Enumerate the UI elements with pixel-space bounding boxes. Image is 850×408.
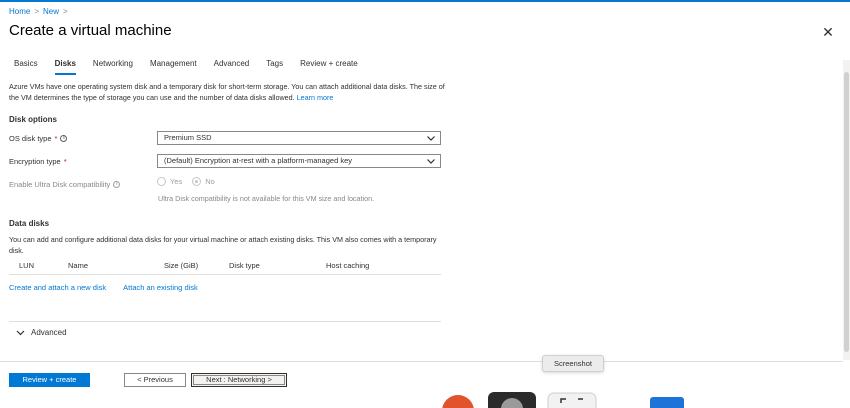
advanced-section-toggle[interactable]: Advanced xyxy=(9,321,441,343)
tab-tags[interactable]: Tags xyxy=(266,59,283,71)
os-disk-type-value: Premium SSD xyxy=(164,133,212,142)
data-disk-links: Create and attach a new disk Attach an e… xyxy=(9,283,198,292)
breadcrumb-separator: > xyxy=(63,7,68,16)
radio-circle-checked xyxy=(192,177,202,186)
os-disk-type-label-text: OS disk type xyxy=(9,134,52,143)
ultra-disk-label-text: Enable Ultra Disk compatibility xyxy=(9,180,111,189)
tab-bar: Basics Disks Networking Management Advan… xyxy=(14,59,375,75)
data-disks-description: You can add and configure additional dat… xyxy=(9,235,437,255)
top-accent-line xyxy=(0,0,850,2)
page-title: Create a virtual machine xyxy=(9,22,172,39)
column-header-lun: LUN xyxy=(19,261,35,270)
column-header-host-caching: Host caching xyxy=(326,261,370,270)
breadcrumb-separator: > xyxy=(34,7,40,16)
column-header-disk-type: Disk type xyxy=(229,261,260,270)
tab-management[interactable]: Management xyxy=(150,59,197,71)
ultra-disk-label: Enable Ultra Disk compatibility i xyxy=(9,180,121,189)
encryption-type-select[interactable]: (Default) Encryption at-rest with a plat… xyxy=(157,154,441,168)
data-disks-heading: Data disks xyxy=(9,219,50,228)
disks-description: Azure VMs have one operating system disk… xyxy=(9,82,449,103)
data-disks-table-header: LUN Name Size (GiB) Disk type Host cachi… xyxy=(9,259,441,275)
chevron-down-icon xyxy=(16,330,25,335)
tab-review-create[interactable]: Review + create xyxy=(300,59,358,71)
create-attach-new-disk-link[interactable]: Create and attach a new disk xyxy=(9,283,106,292)
dock-app-icons xyxy=(442,392,684,408)
tab-disks[interactable]: Disks xyxy=(54,59,77,75)
radio-circle xyxy=(157,177,166,186)
radio-label: No xyxy=(205,177,215,186)
info-icon[interactable]: i xyxy=(60,135,68,142)
breadcrumb-new[interactable]: New xyxy=(43,7,59,16)
os-disk-type-select[interactable]: Premium SSD xyxy=(157,131,441,145)
column-header-name: Name xyxy=(68,261,89,270)
screenshot-tooltip: Screenshot xyxy=(542,355,604,372)
chevron-down-icon xyxy=(427,159,435,164)
ultra-disk-no-radio[interactable]: No xyxy=(192,177,215,186)
encryption-type-label-text: Encryption type xyxy=(9,157,61,166)
ultra-disk-note: Ultra Disk compatibility is not availabl… xyxy=(158,194,375,203)
next-networking-button[interactable]: Next : Networking > xyxy=(191,373,287,387)
disk-options-heading: Disk options xyxy=(9,115,58,124)
learn-more-link[interactable]: Learn more xyxy=(297,93,334,102)
vertical-scrollbar[interactable] xyxy=(843,60,850,360)
column-header-size: Size (GiB) xyxy=(164,261,199,270)
review-create-button[interactable]: Review + create xyxy=(9,373,90,387)
tab-networking[interactable]: Networking xyxy=(93,59,133,71)
ultra-disk-yes-radio[interactable]: Yes xyxy=(157,177,182,186)
encryption-type-label: Encryption type * xyxy=(9,157,67,166)
chevron-down-icon xyxy=(427,136,435,141)
disks-description-text: Azure VMs have one operating system disk… xyxy=(9,82,445,102)
screenshot-app-icon xyxy=(547,392,597,408)
radio-label: Yes xyxy=(170,177,183,186)
attach-existing-disk-link[interactable]: Attach an existing disk xyxy=(123,283,198,292)
ultra-disk-radio-group: Yes No xyxy=(157,177,215,186)
dock-app-icon xyxy=(442,395,474,408)
breadcrumb-home[interactable]: Home xyxy=(9,7,30,16)
required-mark: * xyxy=(63,157,67,166)
previous-button[interactable]: < Previous xyxy=(124,373,186,387)
scrollbar-thumb[interactable] xyxy=(844,72,849,352)
advanced-section-label: Advanced xyxy=(31,328,67,337)
footer-divider xyxy=(0,361,843,362)
tab-advanced[interactable]: Advanced xyxy=(214,59,250,71)
tab-basics[interactable]: Basics xyxy=(14,59,38,71)
info-icon[interactable]: i xyxy=(113,181,121,188)
os-disk-type-label: OS disk type * i xyxy=(9,134,68,143)
dock-app-icon xyxy=(650,397,684,408)
encryption-type-value: (Default) Encryption at-rest with a plat… xyxy=(164,156,352,165)
required-mark: * xyxy=(54,134,58,143)
breadcrumb: Home > New > xyxy=(9,7,68,16)
close-icon[interactable]: ✕ xyxy=(821,25,835,39)
